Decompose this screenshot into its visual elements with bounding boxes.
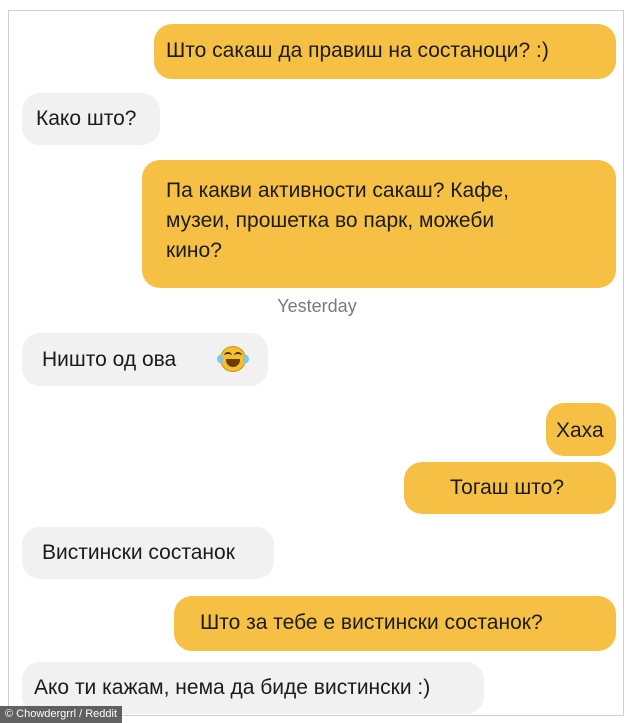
- message-bubble-sent: Па какви активности сакаш? Кафе, музеи, …: [142, 160, 616, 288]
- message-bubble-sent: Што за тебе е вистински состанок?: [174, 596, 616, 651]
- message-bubble-received: Ништо од ова: [22, 333, 268, 386]
- message-text: Што сакаш да правиш на состаноци? :): [166, 39, 549, 62]
- message-bubble-sent: Што сакаш да правиш на состаноци? :): [154, 24, 616, 79]
- message-text: Ако ти кажам, нема да биде вистински :): [34, 676, 431, 699]
- message-text: Што за тебе е вистински состанок?: [200, 611, 543, 634]
- message-text: Вистински состанок: [42, 541, 235, 564]
- timestamp-divider: Yesterday: [277, 296, 357, 316]
- face-with-tears-of-joy-icon: [217, 346, 249, 372]
- message-text: Хаха: [556, 419, 604, 442]
- message-bubble-received: Вистински состанок: [22, 527, 274, 579]
- message-bubble-sent: Тогаш што?: [404, 462, 616, 514]
- message-bubble-sent: Хаха: [546, 403, 616, 456]
- message-text: Како што?: [36, 107, 137, 130]
- message-text: Тогаш што?: [450, 476, 565, 499]
- message-bubble-received: Како што?: [22, 93, 160, 145]
- message-text: Па какви активности сакаш? Кафе, музеи, …: [166, 179, 509, 262]
- source-watermark: © Chowdergrrl / Reddit: [0, 706, 123, 723]
